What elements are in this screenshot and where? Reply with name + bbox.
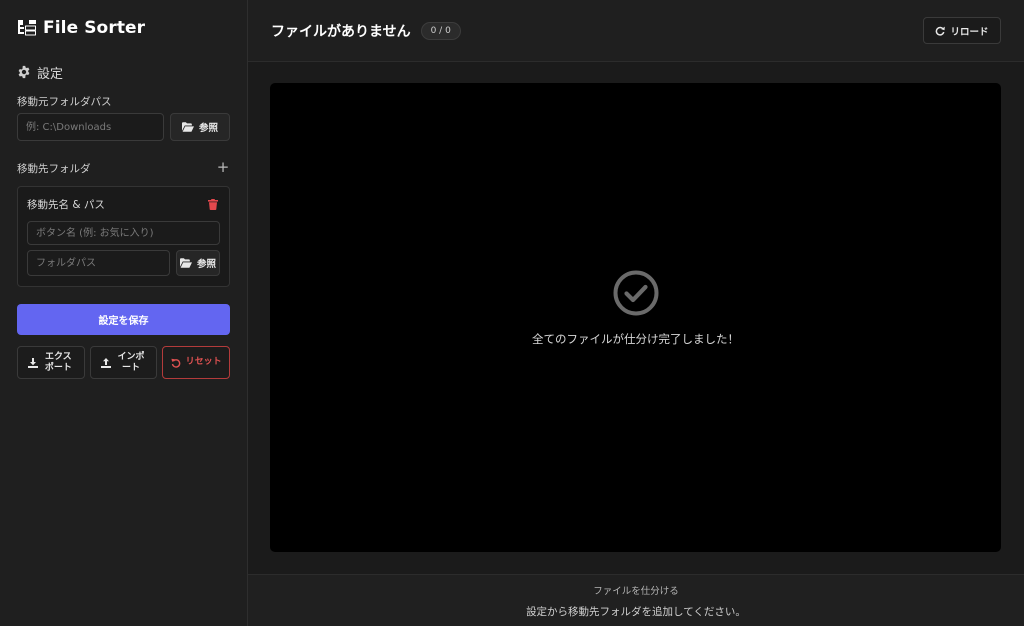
file-info: ファイルがありません 0 / 0: [271, 21, 461, 41]
destination-card-header: 移動先名 & パス: [27, 197, 220, 211]
add-destination-button[interactable]: +: [216, 160, 230, 175]
source-folder-input[interactable]: [17, 113, 164, 141]
download-icon: [28, 357, 39, 368]
export-button[interactable]: エクスポート: [17, 346, 85, 379]
main-panel: ファイルがありません 0 / 0 リロード 全てのファイルが仕分け完了しました！…: [248, 0, 1024, 626]
current-file-title: ファイルがありません: [271, 23, 411, 40]
file-counter-badge: 0 / 0: [420, 21, 461, 40]
settings-heading-label: 設定: [37, 66, 64, 82]
app-title: File Sorter: [43, 18, 146, 38]
check-circle-icon: [612, 269, 660, 317]
destination-name-input[interactable]: [27, 221, 220, 245]
app-window: File Sorter 設定 移動元フォルダパス 参照 移動先フォルダ +: [0, 0, 1024, 626]
folder-open-icon: [181, 122, 194, 132]
sort-footer-title: ファイルを仕分ける: [593, 585, 679, 597]
sort-footer: ファイルを仕分ける 設定から移動先フォルダを追加してください。: [248, 574, 1024, 626]
source-browse-button[interactable]: 参照: [170, 113, 230, 141]
sidebar: File Sorter 設定 移動元フォルダパス 参照 移動先フォルダ +: [0, 0, 248, 626]
upload-icon: [101, 357, 111, 368]
completion-message: 全てのファイルが仕分け完了しました！: [532, 331, 739, 346]
top-bar: ファイルがありません 0 / 0 リロード: [248, 0, 1024, 62]
source-folder-row: 参照: [17, 113, 230, 141]
source-folder-label: 移動元フォルダパス: [17, 96, 112, 108]
reset-button[interactable]: リセット: [162, 346, 231, 379]
save-settings-button[interactable]: 設定を保存: [17, 304, 230, 335]
trash-icon[interactable]: [208, 198, 218, 210]
destination-path-row: 参照: [27, 250, 220, 276]
reload-label: リロード: [950, 26, 989, 38]
import-button[interactable]: インポート: [89, 346, 158, 379]
viewer-area: 全てのファイルが仕分け完了しました！: [248, 62, 1024, 574]
reset-label: リセット: [185, 357, 222, 367]
destination-browse-button[interactable]: 参照: [176, 250, 220, 276]
settings-heading: 設定: [17, 64, 230, 82]
sort-footer-message: 設定から移動先フォルダを追加してください。: [526, 605, 746, 618]
brand: File Sorter: [17, 16, 230, 40]
import-label: インポート: [117, 351, 145, 373]
gear-icon: [17, 65, 31, 79]
source-browse-label: 参照: [198, 123, 218, 134]
file-viewer: 全てのファイルが仕分け完了しました！: [270, 83, 1001, 552]
destination-header: 移動先フォルダ +: [17, 160, 230, 176]
refresh-icon: [936, 26, 946, 36]
destination-browse-label: 参照: [196, 259, 216, 270]
destination-folders-label: 移動先フォルダ: [17, 163, 91, 175]
undo-icon: [171, 358, 181, 368]
destination-card-title: 移動先名 & パス: [27, 198, 105, 211]
destination-path-input[interactable]: [27, 250, 170, 276]
reload-button[interactable]: リロード: [923, 17, 1001, 44]
export-label: エクスポート: [44, 351, 72, 373]
destination-card: 移動先名 & パス 参照: [17, 186, 230, 287]
folder-tree-icon: [17, 18, 37, 38]
settings-tools-row: エクスポート インポート リセット: [17, 346, 231, 379]
folder-open-icon: [179, 258, 192, 268]
